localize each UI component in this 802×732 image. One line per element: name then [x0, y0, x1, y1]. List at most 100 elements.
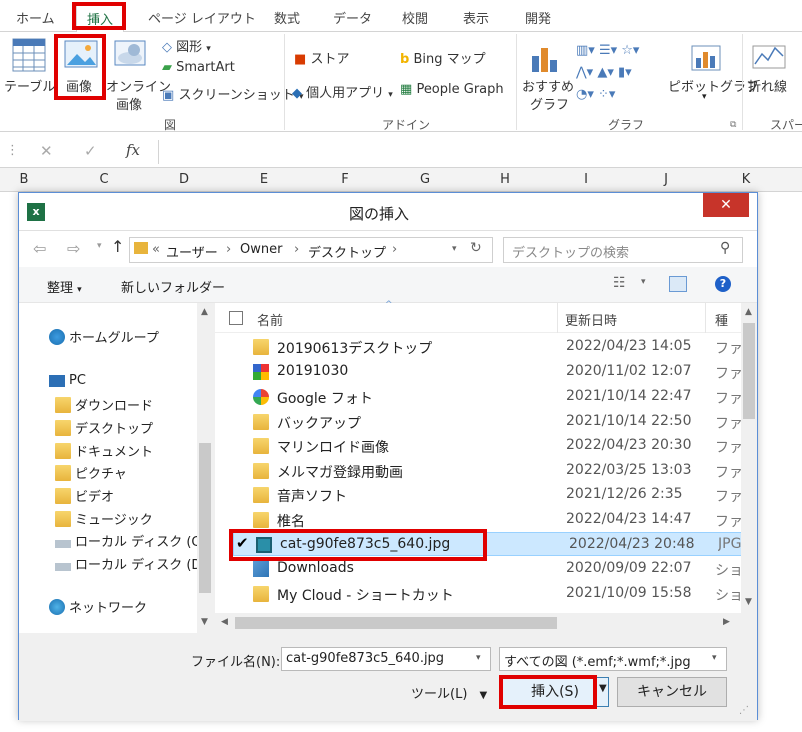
list-vertical-scrollbar[interactable]: ▲ ▼ — [741, 303, 757, 613]
file-row[interactable]: マリンロイド画像 2022/04/23 20:30 ファ — [231, 434, 741, 458]
table-button[interactable]: テーブル — [4, 76, 55, 95]
file-row[interactable]: バックアップ 2021/10/14 22:50 ファ — [231, 410, 741, 434]
pivot-chart-button[interactable]: ピボットグラフ — [668, 76, 759, 95]
store-button[interactable]: ■ ストア — [294, 48, 349, 67]
scroll-down-icon[interactable]: ▼ — [745, 597, 752, 607]
recommended-charts-label-2[interactable]: グラフ — [530, 94, 569, 113]
column-header[interactable]: J — [626, 172, 706, 187]
nav-item-desktop[interactable]: デスクトップ — [55, 418, 153, 437]
forward-icon[interactable]: ⇨ — [67, 239, 80, 258]
insert-dropdown-icon[interactable]: ▼ — [599, 683, 607, 694]
dialog-launcher-icon[interactable]: ⧉ — [730, 120, 736, 130]
online-picture-label-2[interactable]: 画像 — [116, 94, 142, 113]
chevron-down-icon[interactable]: ▾ — [641, 277, 646, 287]
column-header[interactable]: E — [224, 172, 304, 187]
breadcrumb-item[interactable]: デスクトップ — [308, 242, 386, 261]
column-header[interactable]: G — [385, 172, 465, 187]
nav-item-pictures[interactable]: ピクチャ — [55, 463, 127, 482]
enter-icon[interactable]: ✓ — [84, 142, 97, 160]
tab-page-layout[interactable]: ページ レイアウト — [148, 8, 256, 27]
back-icon[interactable]: ⇦ — [33, 239, 46, 258]
close-button[interactable]: ✕ — [703, 193, 749, 217]
file-row[interactable]: Downloads 2020/09/09 22:07 ショ — [231, 557, 741, 581]
cancel-button[interactable]: キャンセル — [617, 677, 727, 707]
column-header[interactable]: K — [706, 172, 786, 187]
checkbox-checked-icon[interactable]: ✔ — [236, 534, 249, 552]
up-icon[interactable]: ↑ — [111, 237, 124, 256]
scroll-right-icon[interactable]: ▶ — [723, 617, 730, 627]
resize-grip-icon[interactable]: ⋰ — [739, 705, 749, 716]
preview-pane-icon[interactable] — [669, 276, 687, 292]
tab-home[interactable]: ホーム — [16, 8, 55, 27]
nav-item-downloads[interactable]: ダウンロード — [55, 395, 153, 414]
column-divider[interactable] — [705, 303, 706, 333]
select-all-checkbox[interactable] — [229, 311, 243, 325]
shapes-button[interactable]: ◇ 図形 ▾ — [162, 36, 211, 55]
chevron-down-icon[interactable]: ▾ — [712, 653, 717, 663]
insert-button[interactable]: 挿入(S) — [501, 677, 609, 707]
file-row[interactable]: 20190613デスクトップ 2022/04/23 14:05 ファ — [231, 335, 741, 359]
breadcrumb-item[interactable]: ユーザー — [166, 242, 218, 261]
nav-item-pc[interactable]: PC — [49, 373, 86, 388]
search-icon[interactable]: ⚲ — [720, 240, 730, 256]
organize-button[interactable]: 整理 ▾ — [47, 277, 82, 296]
function-icon[interactable]: fx — [126, 141, 140, 159]
chevron-down-icon[interactable]: ▾ — [97, 241, 102, 251]
picture-button[interactable]: 画像 — [66, 76, 92, 95]
tab-data[interactable]: データ — [333, 8, 372, 27]
nav-item-videos[interactable]: ビデオ — [55, 486, 114, 505]
tab-review[interactable]: 校閲 — [402, 8, 428, 27]
nav-item-local-disk-c[interactable]: ローカル ディスク (C: — [55, 531, 205, 550]
scroll-down-icon[interactable]: ▼ — [201, 617, 208, 627]
file-row[interactable]: Google フォト 2021/10/14 22:47 ファ — [231, 385, 741, 409]
list-horizontal-scrollbar[interactable]: ◀ ▶ — [215, 613, 757, 633]
scroll-left-icon[interactable]: ◀ — [221, 617, 228, 627]
column-header[interactable]: C — [64, 172, 144, 187]
recommended-charts-label-1[interactable]: おすすめ — [522, 76, 574, 95]
tab-developer[interactable]: 開発 — [525, 8, 551, 27]
nav-scrollbar[interactable]: ▲ ▼ — [197, 303, 213, 633]
filename-input[interactable]: cat-g90fe873c5_640.jpg ▾ — [281, 647, 491, 671]
search-input[interactable]: デスクトップの検索 ⚲ — [503, 237, 743, 263]
file-row[interactable]: 椎名 2022/04/23 14:47 ファ — [231, 508, 741, 532]
file-row-selected[interactable]: ✔ cat-g90fe873c5_640.jpg 2022/04/23 20:48… — [233, 532, 745, 556]
chart-type-buttons[interactable]: ▥▾ ☰▾ ☆▾ ⋀▾ ▲▾ ▮▾ ◔▾ ⁘▾ — [576, 40, 660, 104]
scroll-thumb[interactable] — [743, 323, 755, 419]
nav-item-network[interactable]: ネットワーク — [49, 597, 147, 616]
column-date-header[interactable]: 更新日時 — [565, 310, 617, 329]
file-type-select[interactable]: すべての図 (*.emf;*.wmf;*.jpg ▾ — [499, 647, 727, 671]
scroll-thumb[interactable] — [235, 617, 557, 629]
column-header[interactable]: B — [0, 172, 64, 187]
file-row[interactable]: 20191030 2020/11/02 12:07 ファ — [231, 360, 741, 384]
column-name-header[interactable]: 名前 — [257, 310, 283, 329]
refresh-icon[interactable]: ↻ — [470, 240, 482, 256]
breadcrumb[interactable]: « ユーザー › Owner › デスクトップ › ▾ ↻ — [129, 237, 493, 263]
breadcrumb-overflow[interactable]: « — [152, 242, 160, 257]
new-folder-button[interactable]: 新しいフォルダー — [121, 277, 225, 296]
column-divider[interactable] — [557, 303, 558, 333]
my-apps-button[interactable]: ◆ 個人用アプリ ▾ — [292, 82, 393, 101]
column-header[interactable]: F — [305, 172, 385, 187]
scroll-up-icon[interactable]: ▲ — [201, 307, 208, 317]
chevron-down-icon[interactable]: ▾ — [452, 244, 457, 254]
chevron-down-icon[interactable]: ▾ — [476, 653, 481, 663]
file-row[interactable]: 音声ソフト 2021/12/26 2:35 ファ — [231, 483, 741, 507]
scroll-up-icon[interactable]: ▲ — [745, 307, 752, 317]
formula-input[interactable] — [158, 140, 802, 164]
cancel-icon[interactable]: ✕ — [40, 142, 53, 160]
file-row[interactable]: My Cloud - ショートカット 2021/10/09 15:58 ショ — [231, 582, 741, 606]
view-options-icon[interactable]: ☷ — [613, 275, 626, 291]
nav-item-homegroup[interactable]: ホームグループ — [49, 327, 159, 346]
nav-item-local-disk-d[interactable]: ローカル ディスク (D: — [55, 554, 206, 573]
column-type-header[interactable]: 種 — [715, 310, 728, 329]
column-header[interactable]: H — [465, 172, 545, 187]
column-header[interactable]: I — [546, 172, 626, 187]
sparkline-line-button[interactable]: 折れ線 — [748, 76, 787, 95]
tab-formulas[interactable]: 数式 — [274, 8, 300, 27]
tools-button[interactable]: ツール(L) ▼ — [411, 683, 487, 702]
file-row[interactable]: メルマガ登録用動画 2022/03/25 13:03 ファ — [231, 459, 741, 483]
smartart-button[interactable]: ▰ SmartArt — [162, 60, 235, 75]
help-icon[interactable]: ? — [715, 276, 731, 292]
breadcrumb-item[interactable]: Owner — [240, 242, 282, 257]
tab-insert[interactable]: 挿入 — [76, 3, 125, 32]
